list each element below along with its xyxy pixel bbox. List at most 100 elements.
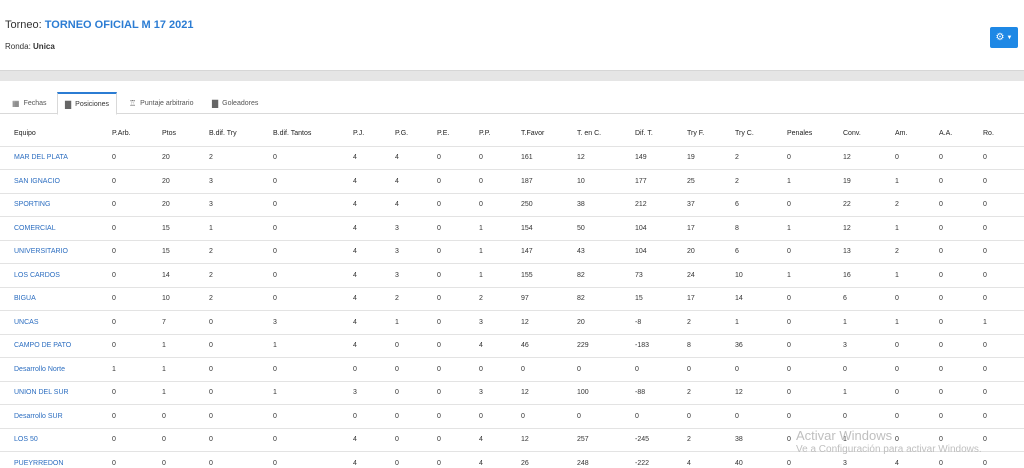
column-header[interactable]: A.A. — [925, 122, 969, 146]
table-cell: 0 — [925, 357, 969, 381]
table-cell: 15 — [148, 216, 195, 240]
column-header[interactable]: T.Favor — [507, 122, 563, 146]
table-cell: 2 — [195, 239, 259, 264]
table-cell: 0 — [423, 263, 465, 287]
column-header[interactable]: T. en C. — [563, 122, 621, 146]
team-link[interactable]: Desarrollo SUR — [0, 404, 98, 428]
column-header[interactable]: Ptos — [148, 122, 195, 146]
table-cell: 0 — [773, 286, 829, 311]
team-link[interactable]: BIGUA — [0, 286, 98, 311]
table-cell: 0 — [507, 404, 563, 428]
table-cell: 0 — [195, 380, 259, 405]
table-cell: 1 — [148, 357, 195, 381]
team-link[interactable]: UNION DEL SUR — [0, 380, 98, 405]
tab-fechas[interactable]: ▦ Fechas — [5, 92, 54, 114]
table-cell: 26 — [507, 451, 563, 468]
table-cell: 0 — [381, 404, 423, 428]
column-header[interactable]: P.G. — [381, 122, 423, 146]
table-cell: 19 — [673, 145, 721, 170]
table-cell: 4 — [339, 333, 381, 358]
table-cell: 12 — [507, 427, 563, 452]
table-cell: 0 — [969, 333, 1024, 358]
table-cell: 2 — [195, 145, 259, 170]
team-link[interactable]: LOS 50 — [0, 427, 98, 452]
table-cell: 0 — [773, 239, 829, 264]
table-cell: 0 — [465, 357, 507, 381]
table-cell: 40 — [721, 451, 773, 468]
table-cell: 82 — [563, 263, 621, 287]
team-link[interactable]: PUEYRREDON — [0, 451, 98, 468]
column-header[interactable]: P.J. — [339, 122, 381, 146]
table-cell: 4 — [339, 216, 381, 240]
team-link[interactable]: Desarrollo Norte — [0, 357, 98, 381]
team-link[interactable]: CAMPO DE PATO — [0, 333, 98, 358]
table-cell: 0 — [721, 357, 773, 381]
team-link[interactable]: UNIVERSITARIO — [0, 239, 98, 264]
table-cell: 1 — [773, 169, 829, 193]
column-header[interactable]: Try C. — [721, 122, 773, 146]
table-cell: 0 — [259, 145, 339, 170]
table-cell: 0 — [773, 333, 829, 358]
table-cell: 20 — [148, 145, 195, 170]
table-cell: 0 — [969, 263, 1024, 287]
table-row: UNCAS 0 7 0 3 4 1 0 3 12 20 -8 2 1 0 1 1 0 1 — [0, 310, 1024, 334]
table-cell: 0 — [969, 169, 1024, 193]
team-link[interactable]: SPORTING — [0, 192, 98, 217]
table-cell: 6 — [721, 192, 773, 217]
tab-puntaje-arbitrario[interactable]: ♖ Puntaje arbitrario — [122, 92, 200, 114]
column-header[interactable]: B.dif. Tantos — [259, 122, 339, 146]
table-cell: 1 — [829, 310, 881, 334]
table-cell: 1 — [773, 263, 829, 287]
table-cell: 0 — [925, 286, 969, 311]
round-value: Unica — [33, 42, 55, 51]
team-link[interactable]: UNCAS — [0, 310, 98, 334]
column-header[interactable]: B.dif. Try — [195, 122, 259, 146]
tab-label: Posiciones — [75, 100, 110, 108]
team-link[interactable]: COMERCIAL — [0, 216, 98, 240]
table-cell: 0 — [423, 192, 465, 217]
table-cell: 0 — [423, 310, 465, 334]
table-cell: 1 — [969, 310, 1024, 334]
table-cell: 2 — [881, 239, 925, 264]
table-cell: 20 — [148, 192, 195, 217]
column-header[interactable]: P.P. — [465, 122, 507, 146]
team-link[interactable]: LOS CARDOS — [0, 263, 98, 287]
table-cell: 0 — [721, 404, 773, 428]
table-cell: 0 — [423, 380, 465, 405]
column-header[interactable]: P.Arb. — [98, 122, 148, 146]
column-header[interactable]: Dif. T. — [621, 122, 673, 146]
table-cell: 1 — [148, 333, 195, 358]
column-header[interactable]: Try F. — [673, 122, 721, 146]
table-cell: 0 — [381, 427, 423, 452]
tab-posiciones[interactable]: ▇ Posiciones — [57, 92, 118, 115]
table-cell: 177 — [621, 169, 673, 193]
table-cell: 73 — [621, 263, 673, 287]
column-header[interactable]: Am. — [881, 122, 925, 146]
table-cell: 38 — [721, 427, 773, 452]
table-cell: 0 — [195, 404, 259, 428]
table-cell: 1 — [881, 310, 925, 334]
column-header[interactable]: Conv. — [829, 122, 881, 146]
table-cell: 8 — [721, 216, 773, 240]
table-cell: 0 — [673, 357, 721, 381]
column-header[interactable]: Ro. — [969, 122, 1024, 146]
table-cell: 0 — [925, 169, 969, 193]
team-link[interactable]: SAN IGNACIO — [0, 169, 98, 193]
table-cell: 0 — [381, 333, 423, 358]
settings-button[interactable]: ⚙ ▼ — [990, 27, 1018, 48]
table-cell: 0 — [339, 357, 381, 381]
table-cell: 1 — [829, 380, 881, 405]
table-cell: 0 — [148, 427, 195, 452]
column-header[interactable]: Equipo — [0, 122, 98, 146]
table-cell: 17 — [673, 216, 721, 240]
table-cell: 2 — [195, 286, 259, 311]
column-header[interactable]: Penales — [773, 122, 829, 146]
table-header-row: Equipo P.Arb. Ptos B.dif. Try B.dif. Tantos P… — [0, 122, 1024, 146]
table-cell: 12 — [507, 380, 563, 405]
team-link[interactable]: MAR DEL PLATA — [0, 145, 98, 170]
column-header[interactable]: P.E. — [423, 122, 465, 146]
tab-goleadores[interactable]: ▇ Goleadores — [205, 92, 265, 114]
trophy-icon: ♖ — [129, 98, 137, 108]
table-cell: 0 — [507, 357, 563, 381]
table-row: SPORTING 0 20 3 0 4 4 0 0 250 38 212 37 6 0 22 2 0 0 — [0, 192, 1024, 217]
